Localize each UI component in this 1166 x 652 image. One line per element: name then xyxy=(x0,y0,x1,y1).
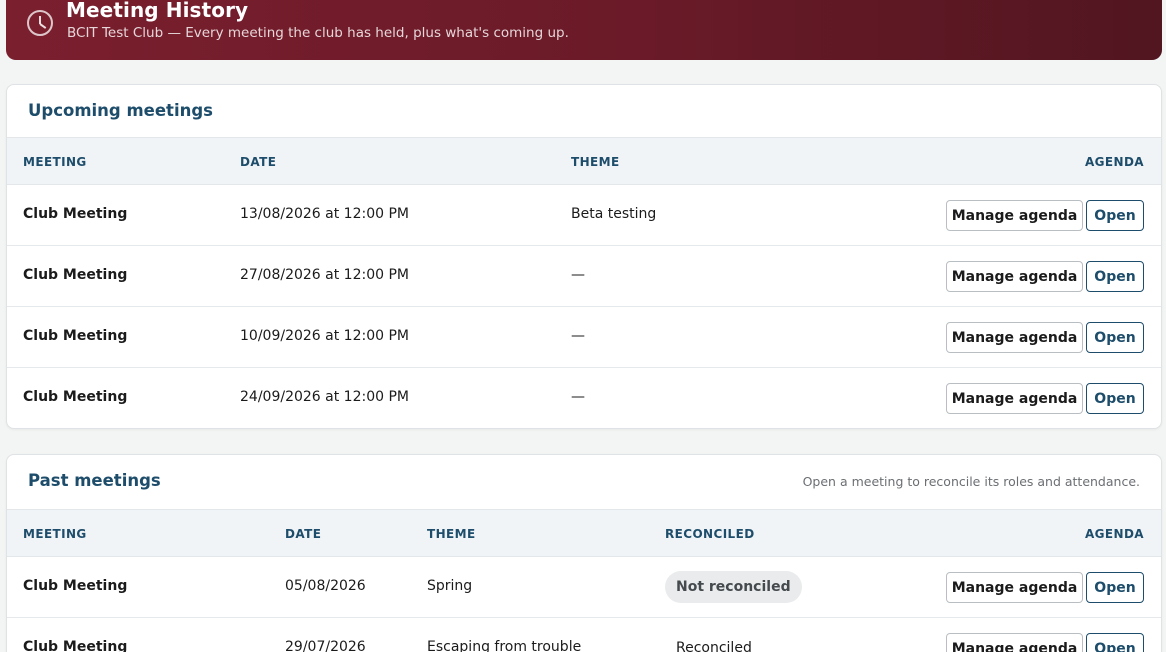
open-meeting-button[interactable]: Open xyxy=(1086,383,1144,414)
meeting-theme: Spring xyxy=(427,578,473,594)
meeting-theme: Escaping from trouble xyxy=(427,639,582,652)
past-meetings-note: Open a meeting to reconcile its roles an… xyxy=(802,474,1140,489)
table-row: Club Meeting 29/07/2026 Escaping from tr… xyxy=(7,618,1161,652)
reconciled-status-badge: Not reconciled xyxy=(665,571,802,603)
meeting-date: 10/09/2026 at 12:00 PM xyxy=(240,328,409,344)
meeting-date: 05/08/2026 xyxy=(285,578,366,594)
column-header-meeting: MEETING xyxy=(23,155,87,169)
table-row: Club Meeting 10/09/2026 at 12:00 PM — Ma… xyxy=(7,307,1161,368)
table-row: Club Meeting 05/08/2026 Spring Not recon… xyxy=(7,557,1161,618)
past-meetings-title: Past meetings xyxy=(28,471,161,490)
open-meeting-button[interactable]: Open xyxy=(1086,572,1144,603)
reconciled-status-badge: Reconciled xyxy=(676,640,752,652)
column-header-meeting: MEETING xyxy=(23,527,87,541)
past-table-header: MEETING DATE THEME RECONCILED AGENDA xyxy=(7,509,1161,557)
meeting-theme: — xyxy=(571,267,585,283)
upcoming-meetings-title: Upcoming meetings xyxy=(28,101,213,120)
column-header-date: DATE xyxy=(240,155,277,169)
meeting-name: Club Meeting xyxy=(23,578,128,594)
meeting-date: 24/09/2026 at 12:00 PM xyxy=(240,389,409,405)
meeting-name: Club Meeting xyxy=(23,639,128,652)
page-header: Meeting History BCIT Test Club — Every m… xyxy=(6,0,1162,60)
column-header-theme: THEME xyxy=(571,155,620,169)
column-header-agenda: AGENDA xyxy=(1084,527,1144,541)
column-header-agenda: AGENDA xyxy=(1084,155,1144,169)
open-meeting-button[interactable]: Open xyxy=(1086,633,1144,652)
upcoming-table-header: MEETING DATE THEME AGENDA xyxy=(7,137,1161,185)
table-row: Club Meeting 27/08/2026 at 12:00 PM — Ma… xyxy=(7,246,1161,307)
page-subtitle: BCIT Test Club — Every meeting the club … xyxy=(67,25,569,41)
past-meetings-card: Past meetings Open a meeting to reconcil… xyxy=(6,454,1162,652)
manage-agenda-button[interactable]: Manage agenda xyxy=(946,200,1083,231)
manage-agenda-button[interactable]: Manage agenda xyxy=(946,383,1083,414)
column-header-reconciled: RECONCILED xyxy=(665,527,755,541)
meeting-theme: — xyxy=(571,328,585,344)
meeting-name: Club Meeting xyxy=(23,328,128,344)
meeting-name: Club Meeting xyxy=(23,267,128,283)
manage-agenda-button[interactable]: Manage agenda xyxy=(946,633,1083,652)
meeting-date: 29/07/2026 xyxy=(285,639,366,652)
upcoming-meetings-card: Upcoming meetings MEETING DATE THEME AGE… xyxy=(6,84,1162,429)
open-meeting-button[interactable]: Open xyxy=(1086,322,1144,353)
page-title: Meeting History xyxy=(66,0,249,22)
manage-agenda-button[interactable]: Manage agenda xyxy=(946,322,1083,353)
column-header-date: DATE xyxy=(285,527,322,541)
meeting-name: Club Meeting xyxy=(23,206,128,222)
meeting-theme: Beta testing xyxy=(571,206,657,222)
clock-icon xyxy=(27,10,53,36)
meeting-date: 13/08/2026 at 12:00 PM xyxy=(240,206,409,222)
column-header-theme: THEME xyxy=(427,527,476,541)
table-row: Club Meeting 13/08/2026 at 12:00 PM Beta… xyxy=(7,185,1161,246)
meeting-date: 27/08/2026 at 12:00 PM xyxy=(240,267,409,283)
open-meeting-button[interactable]: Open xyxy=(1086,200,1144,231)
meeting-name: Club Meeting xyxy=(23,389,128,405)
manage-agenda-button[interactable]: Manage agenda xyxy=(946,572,1083,603)
table-row: Club Meeting 24/09/2026 at 12:00 PM — Ma… xyxy=(7,368,1161,428)
open-meeting-button[interactable]: Open xyxy=(1086,261,1144,292)
manage-agenda-button[interactable]: Manage agenda xyxy=(946,261,1083,292)
meeting-theme: — xyxy=(571,389,585,405)
